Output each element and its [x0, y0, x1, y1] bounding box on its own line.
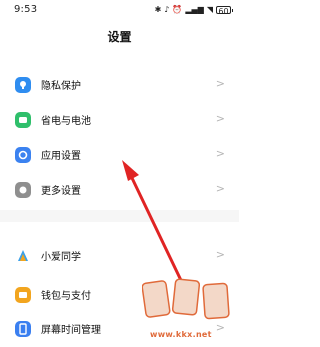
bluetooth-icon: ✱	[154, 5, 162, 14]
watermark-url: www.kkx.net	[150, 330, 212, 339]
chevron-right-icon: >	[215, 112, 225, 125]
signal-icon: ▂▄▆	[185, 5, 204, 14]
settings-item-label: 省电与电池	[41, 116, 91, 127]
settings-item-battery[interactable]: 省电与电池 >	[0, 103, 239, 137]
wallet-icon	[15, 287, 31, 303]
chevron-right-icon: >	[215, 77, 225, 90]
settings-item-privacy[interactable]: 隐私保护 >	[0, 68, 239, 102]
battery-icon: 60	[216, 6, 233, 16]
wifi-icon: ◥	[206, 5, 213, 14]
app-settings-icon	[15, 147, 31, 163]
chevron-right-icon: >	[215, 248, 225, 261]
alarm-icon: ⏰	[172, 5, 183, 14]
battery-icon	[15, 112, 31, 128]
settings-item-label: 钱包与支付	[41, 291, 91, 302]
settings-item-more-settings[interactable]: 更多设置 >	[0, 173, 239, 207]
settings-item-label: 隐私保护	[41, 81, 81, 92]
page-title: 设置	[107, 30, 132, 44]
status-bar: 9:53 ✱ ♪ ⏰ ▂▄▆ ◥ 60	[0, 0, 239, 22]
settings-item-label: 小爱同学	[41, 252, 81, 263]
chevron-right-icon: >	[215, 182, 225, 195]
section-divider	[0, 210, 239, 222]
settings-item-label: 更多设置	[41, 186, 81, 197]
xiaoai-icon	[15, 248, 31, 264]
settings-item-xiaoai[interactable]: 小爱同学 >	[0, 239, 239, 273]
status-time: 9:53	[14, 4, 38, 15]
bell-icon: ♪	[164, 5, 170, 14]
settings-item-label: 应用设置	[41, 151, 81, 162]
watermark-logo	[142, 278, 230, 320]
settings-item-label: 屏幕时间管理	[41, 325, 101, 336]
chevron-right-icon: >	[215, 147, 225, 160]
chevron-right-icon: >	[215, 321, 225, 334]
more-settings-icon	[15, 182, 31, 198]
privacy-icon	[15, 77, 31, 93]
screen-time-icon	[15, 321, 31, 337]
status-icons: ✱ ♪ ⏰ ▂▄▆ ◥ 60	[154, 4, 233, 16]
settings-item-app-settings[interactable]: 应用设置 >	[0, 138, 239, 172]
